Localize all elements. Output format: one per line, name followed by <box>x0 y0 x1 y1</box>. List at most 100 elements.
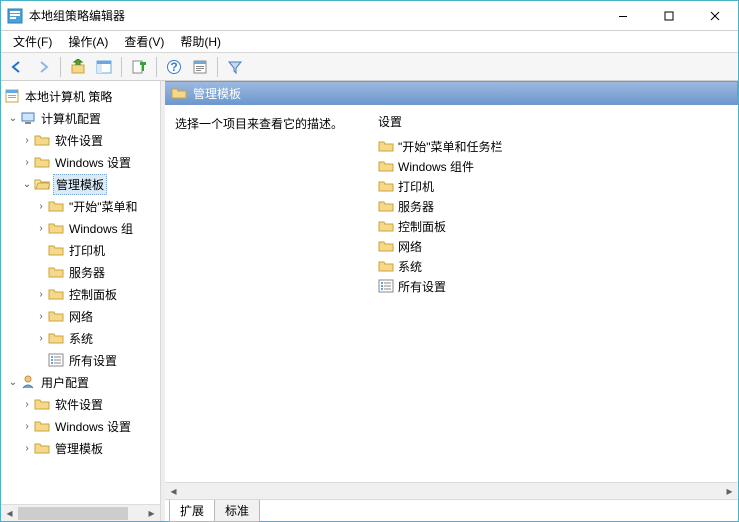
tree-admin-templates[interactable]: ⌄ 管理模板 <box>1 173 160 195</box>
folder-icon <box>171 85 187 101</box>
list-item-servers[interactable]: 服务器 <box>378 196 730 216</box>
detail-header-title: 管理模板 <box>193 85 241 102</box>
chevron-down-icon[interactable]: ⌄ <box>21 179 33 190</box>
tree-network[interactable]: › 网络 <box>1 305 160 327</box>
tree-servers[interactable]: 服务器 <box>1 261 160 283</box>
tab-standard[interactable]: 标准 <box>214 500 260 522</box>
policy-root-icon <box>4 88 20 104</box>
menu-view[interactable]: 查看(V) <box>116 31 172 52</box>
chevron-right-icon[interactable]: › <box>35 289 47 300</box>
help-button[interactable]: ? <box>162 56 186 78</box>
folder-icon <box>378 158 394 174</box>
main-area: 本地计算机 策略 ⌄ 计算机配置 ›软件设置 › Windows 设置 ⌄ 管理模板… <box>1 81 738 521</box>
minimize-button[interactable] <box>600 1 646 30</box>
chevron-right-icon[interactable]: › <box>35 333 47 344</box>
list-item-printers[interactable]: 打印机 <box>378 176 730 196</box>
tree-system[interactable]: › 系统 <box>1 327 160 349</box>
tree-printers[interactable]: 打印机 <box>1 239 160 261</box>
settings-list-icon <box>378 278 394 294</box>
scrollbar-track[interactable] <box>18 505 143 522</box>
scroll-right-icon[interactable]: ▸ <box>143 505 160 522</box>
tree-start-menu[interactable]: ›"开始"菜单和 <box>1 195 160 217</box>
user-icon <box>20 374 36 390</box>
folder-icon <box>34 396 50 412</box>
chevron-right-icon[interactable]: › <box>21 399 33 410</box>
folder-icon <box>48 242 64 258</box>
chevron-right-icon[interactable]: › <box>21 157 33 168</box>
export-list-button[interactable] <box>127 56 151 78</box>
list-item-network[interactable]: 网络 <box>378 236 730 256</box>
tree-windows-settings[interactable]: › Windows 设置 <box>1 151 160 173</box>
folder-icon <box>378 178 394 194</box>
menu-action[interactable]: 操作(A) <box>60 31 116 52</box>
detail-horizontal-scrollbar[interactable]: ◂ ▸ <box>165 482 738 499</box>
list-item-windows-components[interactable]: Windows 组件 <box>378 156 730 176</box>
computer-icon <box>20 110 36 126</box>
view-tabs: 扩展 标准 <box>165 499 738 521</box>
menu-help[interactable]: 帮助(H) <box>172 31 229 52</box>
list-item-start-menu[interactable]: "开始"菜单和任务栏 <box>378 136 730 156</box>
tree-item-label: 管理模板 <box>53 174 107 195</box>
chevron-right-icon[interactable]: › <box>21 443 33 454</box>
tree-control-panel[interactable]: ›控制面板 <box>1 283 160 305</box>
policy-tree[interactable]: 本地计算机 策略 ⌄ 计算机配置 ›软件设置 › Windows 设置 ⌄ 管理模板… <box>1 81 160 504</box>
list-item-control-panel[interactable]: 控制面板 <box>378 216 730 236</box>
tree-item-label: 系统 <box>67 329 95 348</box>
folder-icon <box>48 308 64 324</box>
nav-forward-button[interactable] <box>31 56 55 78</box>
tree-computer-config[interactable]: ⌄ 计算机配置 <box>1 107 160 129</box>
detail-header: 管理模板 <box>165 81 738 105</box>
tree-user-windows[interactable]: › Windows 设置 <box>1 415 160 437</box>
tree-user-config[interactable]: ⌄ 用户配置 <box>1 371 160 393</box>
scrollbar-track[interactable] <box>182 483 721 499</box>
tree-user-software[interactable]: ›软件设置 <box>1 393 160 415</box>
tree-all-settings[interactable]: 所有设置 <box>1 349 160 371</box>
nav-back-button[interactable] <box>5 56 29 78</box>
tree-item-label: Windows 设置 <box>53 153 133 172</box>
chevron-down-icon[interactable]: ⌄ <box>7 377 19 388</box>
column-header-settings[interactable]: 设置 <box>378 113 730 130</box>
tree-user-templates[interactable]: › 管理模板 <box>1 437 160 459</box>
detail-description: 选择一个项目来查看它的描述。 <box>165 105 370 482</box>
tree-item-label: 计算机配置 <box>39 109 103 128</box>
list-item-system[interactable]: 系统 <box>378 256 730 276</box>
tab-extended[interactable]: 扩展 <box>169 500 215 522</box>
tree-root-label: 本地计算机 策略 <box>23 87 114 106</box>
scroll-left-icon[interactable]: ◂ <box>165 483 182 499</box>
scroll-left-icon[interactable]: ◂ <box>1 505 18 522</box>
chevron-right-icon[interactable]: › <box>21 135 33 146</box>
up-level-button[interactable] <box>66 56 90 78</box>
folder-icon <box>34 132 50 148</box>
chevron-down-icon[interactable]: ⌄ <box>7 113 19 124</box>
folder-icon <box>378 138 394 154</box>
tree-horizontal-scrollbar[interactable]: ◂ ▸ <box>1 504 160 521</box>
detail-list[interactable]: 设置 "开始"菜单和任务栏 Windows 组件 打印机 服务器 控制面板 网络… <box>370 105 738 482</box>
folder-open-icon <box>34 176 50 192</box>
svg-text:?: ? <box>170 60 177 74</box>
chevron-right-icon[interactable]: › <box>35 223 47 234</box>
tree-item-label: 打印机 <box>67 241 107 260</box>
list-item-label: 控制面板 <box>398 218 446 235</box>
tree-item-label: Windows 设置 <box>53 417 133 436</box>
menu-file[interactable]: 文件(F) <box>5 31 60 52</box>
maximize-button[interactable] <box>646 1 692 30</box>
filter-button[interactable] <box>223 56 247 78</box>
scrollbar-thumb[interactable] <box>18 507 128 520</box>
list-item-label: 系统 <box>398 258 422 275</box>
folder-icon <box>378 238 394 254</box>
folder-icon <box>378 198 394 214</box>
show-hide-tree-button[interactable] <box>92 56 116 78</box>
close-button[interactable] <box>692 1 738 30</box>
tree-item-label: 网络 <box>67 307 95 326</box>
tree-item-label: 用户配置 <box>39 373 91 392</box>
tree-item-label: 管理模板 <box>53 439 105 458</box>
tree-root[interactable]: 本地计算机 策略 <box>1 85 160 107</box>
tree-software-settings[interactable]: ›软件设置 <box>1 129 160 151</box>
scroll-right-icon[interactable]: ▸ <box>721 483 738 499</box>
list-item-all-settings[interactable]: 所有设置 <box>378 276 730 296</box>
chevron-right-icon[interactable]: › <box>21 421 33 432</box>
properties-button[interactable] <box>188 56 212 78</box>
chevron-right-icon[interactable]: › <box>35 201 47 212</box>
tree-windows-components[interactable]: ›Windows 组 <box>1 217 160 239</box>
chevron-right-icon[interactable]: › <box>35 311 47 322</box>
